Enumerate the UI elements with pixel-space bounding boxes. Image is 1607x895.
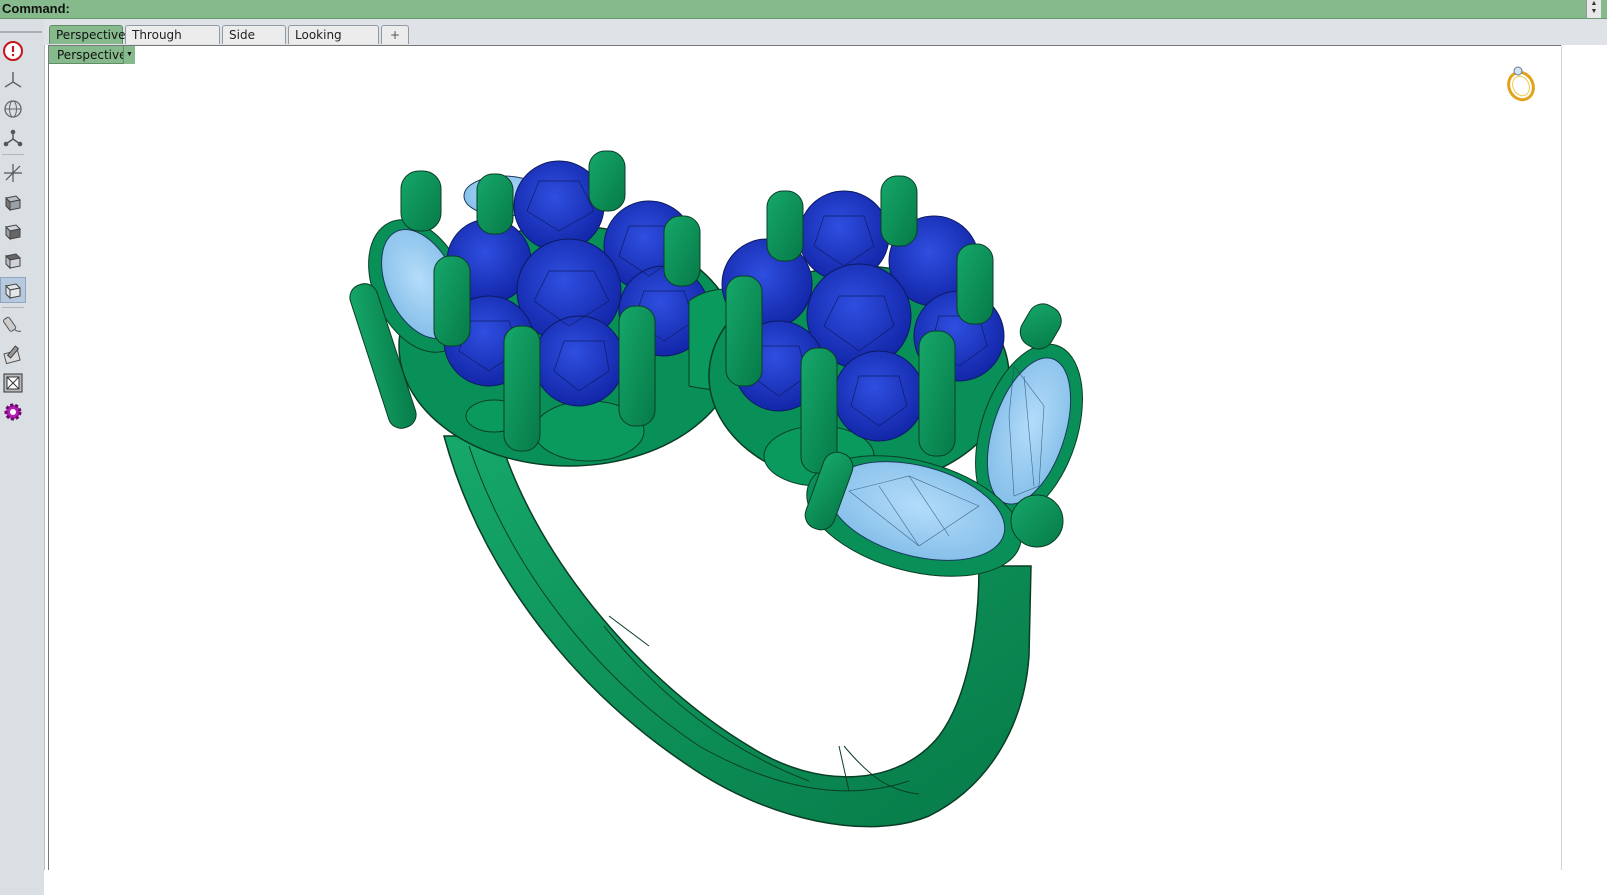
tab-looking-down[interactable]: Looking Down [288, 25, 379, 61]
scroll-up-icon[interactable]: ▲ [1587, 0, 1601, 8]
nodes-icon[interactable] [1, 126, 25, 150]
toolbar-separator [2, 307, 24, 308]
status-area [44, 870, 1607, 895]
viewport-perspective[interactable]: Perspective ▼ [48, 45, 1562, 871]
add-tab-button[interactable]: + [381, 25, 409, 44]
box-iso-icon[interactable] [0, 277, 26, 303]
globe-icon[interactable] [1, 97, 25, 121]
command-label: Command: [2, 1, 70, 16]
zoom-extents-icon[interactable] [1, 371, 25, 395]
right-panel-edge [1561, 45, 1607, 870]
move-axes-icon[interactable] [1, 161, 25, 185]
tab-perspective[interactable]: Perspective [49, 25, 126, 44]
viewport-tab-strip: Perspective Through Finger Side View Loo… [44, 19, 1607, 61]
tab-side-view[interactable]: Side View [222, 25, 286, 61]
command-scrollbar[interactable]: ▲ ▼ [1586, 0, 1601, 18]
ring-model-render[interactable] [49, 46, 1561, 870]
tab-through-finger[interactable]: Through Finger [125, 25, 220, 61]
scroll-down-icon[interactable]: ▼ [1587, 8, 1601, 16]
box-front-icon[interactable] [1, 190, 25, 214]
left-toolbar [0, 19, 45, 895]
command-bar[interactable]: Command: ▲ ▼ [0, 0, 1607, 19]
power-icon[interactable] [1, 39, 25, 63]
axes-icon[interactable] [1, 68, 25, 92]
pen-icon[interactable] [1, 313, 25, 337]
toolbar-grip[interactable] [0, 31, 42, 33]
box-top-icon[interactable] [1, 248, 25, 272]
toolbar-separator [2, 154, 24, 155]
box-side-icon[interactable] [1, 219, 25, 243]
pencil-grid-icon[interactable] [1, 342, 25, 366]
settings-gear-icon[interactable] [1, 400, 25, 424]
ring-preview-icon[interactable] [1501, 62, 1541, 102]
